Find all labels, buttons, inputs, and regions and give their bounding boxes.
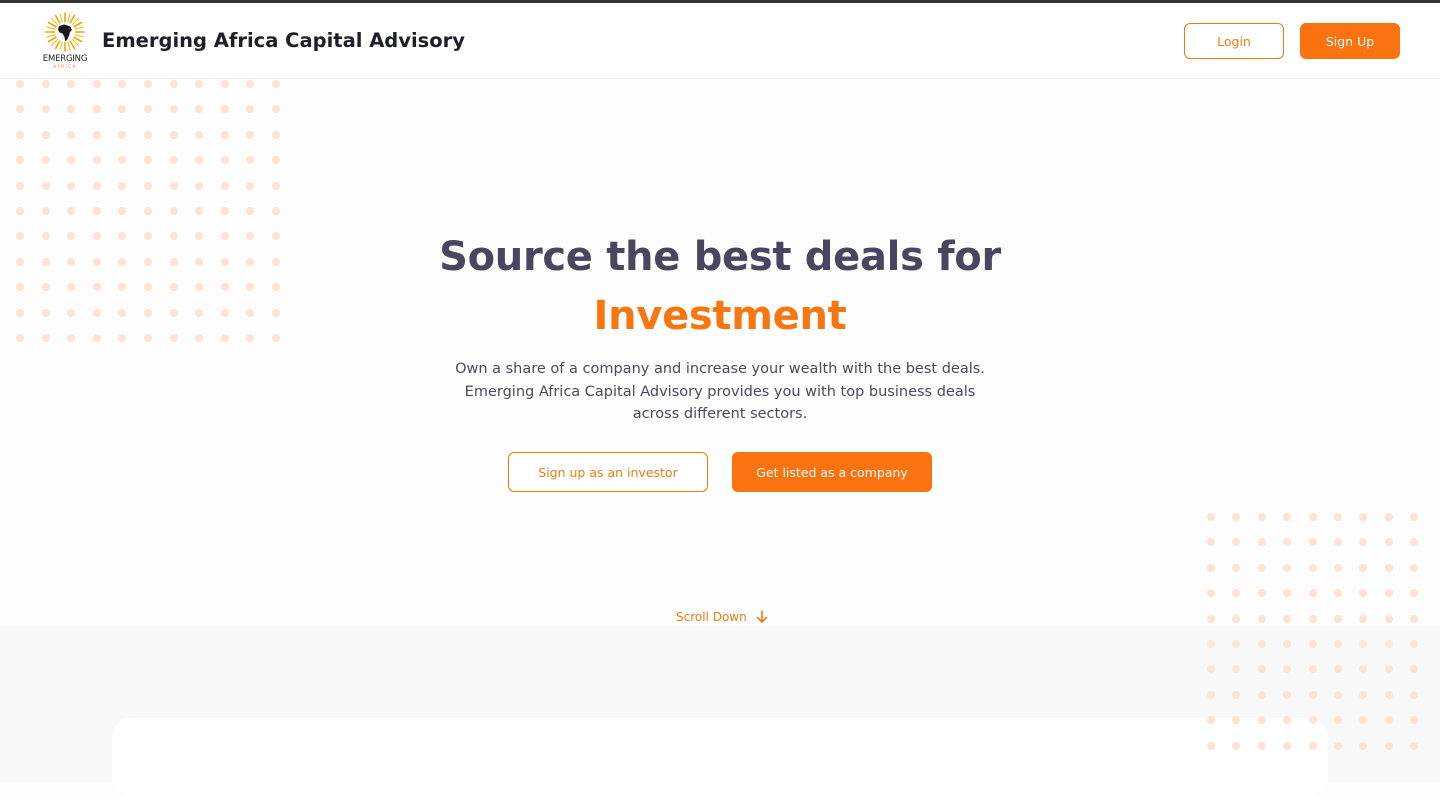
scroll-down-link[interactable]: Scroll Down xyxy=(676,609,769,625)
hero-title: Source the best deals for xyxy=(439,234,1001,280)
logo[interactable]: EMERGING AFRICA xyxy=(38,11,94,71)
get-listed-company-button[interactable]: Get listed as a company xyxy=(732,452,932,492)
hero-title-accent: Investment xyxy=(593,293,847,339)
brand-name[interactable]: Emerging Africa Capital Advisory xyxy=(102,29,465,52)
login-button[interactable]: Login xyxy=(1184,23,1284,59)
logo-wordmark: EMERGING xyxy=(42,54,88,64)
logo-subtext: AFRICA xyxy=(53,64,77,69)
arrow-down-icon xyxy=(756,610,768,623)
site-header: EMERGING AFRICA Emerging Africa Capital … xyxy=(0,3,1440,79)
signup-button[interactable]: Sign Up xyxy=(1300,23,1400,59)
content-card xyxy=(112,718,1328,798)
hero-description: Own a share of a company and increase yo… xyxy=(455,361,985,422)
decorative-dots-bottom-right xyxy=(1207,513,1419,750)
scroll-down-label: Scroll Down xyxy=(676,610,747,624)
sunburst-africa-icon xyxy=(45,12,85,52)
signup-investor-button[interactable]: Sign up as an investor xyxy=(508,452,708,492)
